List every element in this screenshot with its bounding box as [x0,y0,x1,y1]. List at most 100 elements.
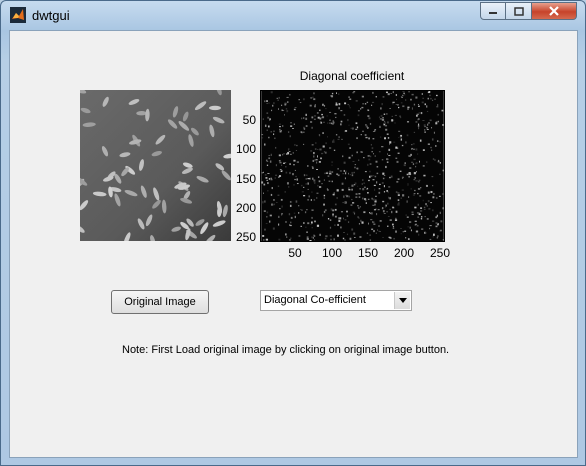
coefficient-pixel [388,154,391,157]
coefficient-pixel [413,179,416,181]
coefficient-pixel [388,236,391,238]
coefficient-pixel [409,173,412,176]
coefficient-pixel [438,195,441,197]
coefficient-pixel [338,220,341,222]
original-image-button[interactable]: Original Image [111,290,209,314]
coefficient-pixel [303,195,306,197]
coefficient-pixel [398,130,401,132]
coefficient-pixel [292,152,294,154]
coefficient-pixel [365,103,367,105]
coefficient-pixel [395,191,398,193]
coefficient-pixel [436,106,439,108]
coefficient-pixel [269,214,272,217]
coefficient-pixel [275,146,277,149]
coefficient-pixel [349,98,352,100]
coefficient-pixel [359,236,362,238]
coefficient-pixel [372,221,375,224]
coefficient-pixel [396,160,399,163]
coefficient-pixel [340,123,342,126]
coefficient-pixel [420,112,423,115]
coefficient-pixel [386,211,388,213]
coefficient-pixel [348,96,350,98]
coefficient-pixel [268,136,270,139]
coefficient-pixel [329,147,332,150]
coefficient-pixel [412,163,415,166]
coefficient-pixel [423,206,426,209]
coefficient-pixel [376,181,378,184]
coefficient-pixel [313,181,315,183]
coefficient-pixel [293,108,296,111]
coefficient-pixel [282,154,284,156]
coefficient-pixel [365,124,367,126]
coefficient-pixel [349,174,351,176]
coefficient-pixel [344,102,347,105]
coefficient-pixel [334,113,337,115]
coefficient-pixel [358,159,360,161]
coefficient-pixel [435,94,438,97]
coefficient-pixel [337,174,340,177]
coefficient-pixel [346,210,348,213]
coefficient-pixel [386,190,389,192]
coefficient-pixel [386,133,389,135]
coefficient-pixel [265,159,268,162]
coefficient-pixel [391,210,393,214]
coefficient-pixel [426,218,429,220]
coefficient-pixel [417,188,421,190]
coefficient-pixel [406,121,410,123]
coefficient-pixel [279,126,281,128]
coefficient-pixel [344,239,346,241]
coefficient-pixel [417,118,420,121]
coefficient-pixel [379,231,381,233]
coefficient-pixel [437,120,440,123]
coefficient-pixel [366,101,369,104]
coefficient-pixel [327,189,329,191]
coefficient-pixel [332,209,335,212]
coefficient-pixel [266,179,268,181]
coefficient-pixel [361,106,364,109]
coefficient-pixel [311,96,314,98]
coefficient-pixel [389,219,392,221]
coefficient-pixel [281,109,283,112]
coefficient-pixel [407,107,409,111]
coefficient-pixel [311,116,314,119]
coefficient-pixel [313,199,316,201]
coefficient-pixel [272,104,274,107]
coefficient-pixel [320,157,322,160]
coefficient-pixel [411,93,414,96]
coefficient-pixel [348,124,350,126]
coefficient-pixel [282,153,286,155]
coefficient-pixel [395,104,398,106]
dropdown-button[interactable] [394,292,410,309]
coefficient-pixel [394,219,398,221]
maximize-button[interactable] [506,2,532,20]
coefficient-pixel [378,191,381,194]
coefficient-pixel [381,146,384,148]
coefficient-pixel [351,184,354,187]
coefficient-pixel [370,219,373,221]
coefficient-pixel [273,133,275,136]
coefficient-pixel [368,137,370,140]
close-button[interactable] [532,2,577,20]
minimize-button[interactable] [480,2,506,20]
coefficient-pixel [425,203,427,206]
coefficient-pixel [305,178,307,180]
coefficient-pixel [430,202,432,204]
coefficient-pixel [303,126,305,129]
coefficient-pixel [277,194,280,196]
coefficient-select[interactable]: Diagonal Co-efficient [260,290,412,311]
coefficient-pixel [374,128,377,131]
coefficient-pixel [360,151,363,153]
coefficient-pixel [369,212,371,214]
coefficient-pixel [357,206,360,208]
title-bar[interactable]: dwtgui [1,1,585,29]
coefficient-pixel [381,159,384,161]
coefficient-pixel [401,176,404,179]
coefficient-pixel [317,155,318,158]
coefficient-pixel [381,118,385,121]
coefficient-pixel [273,102,275,105]
coefficient-pixel [427,200,430,203]
coefficient-pixel [431,176,434,178]
coefficient-pixel [352,202,355,204]
coefficient-pixel [311,166,314,168]
coefficient-pixel [266,211,269,214]
